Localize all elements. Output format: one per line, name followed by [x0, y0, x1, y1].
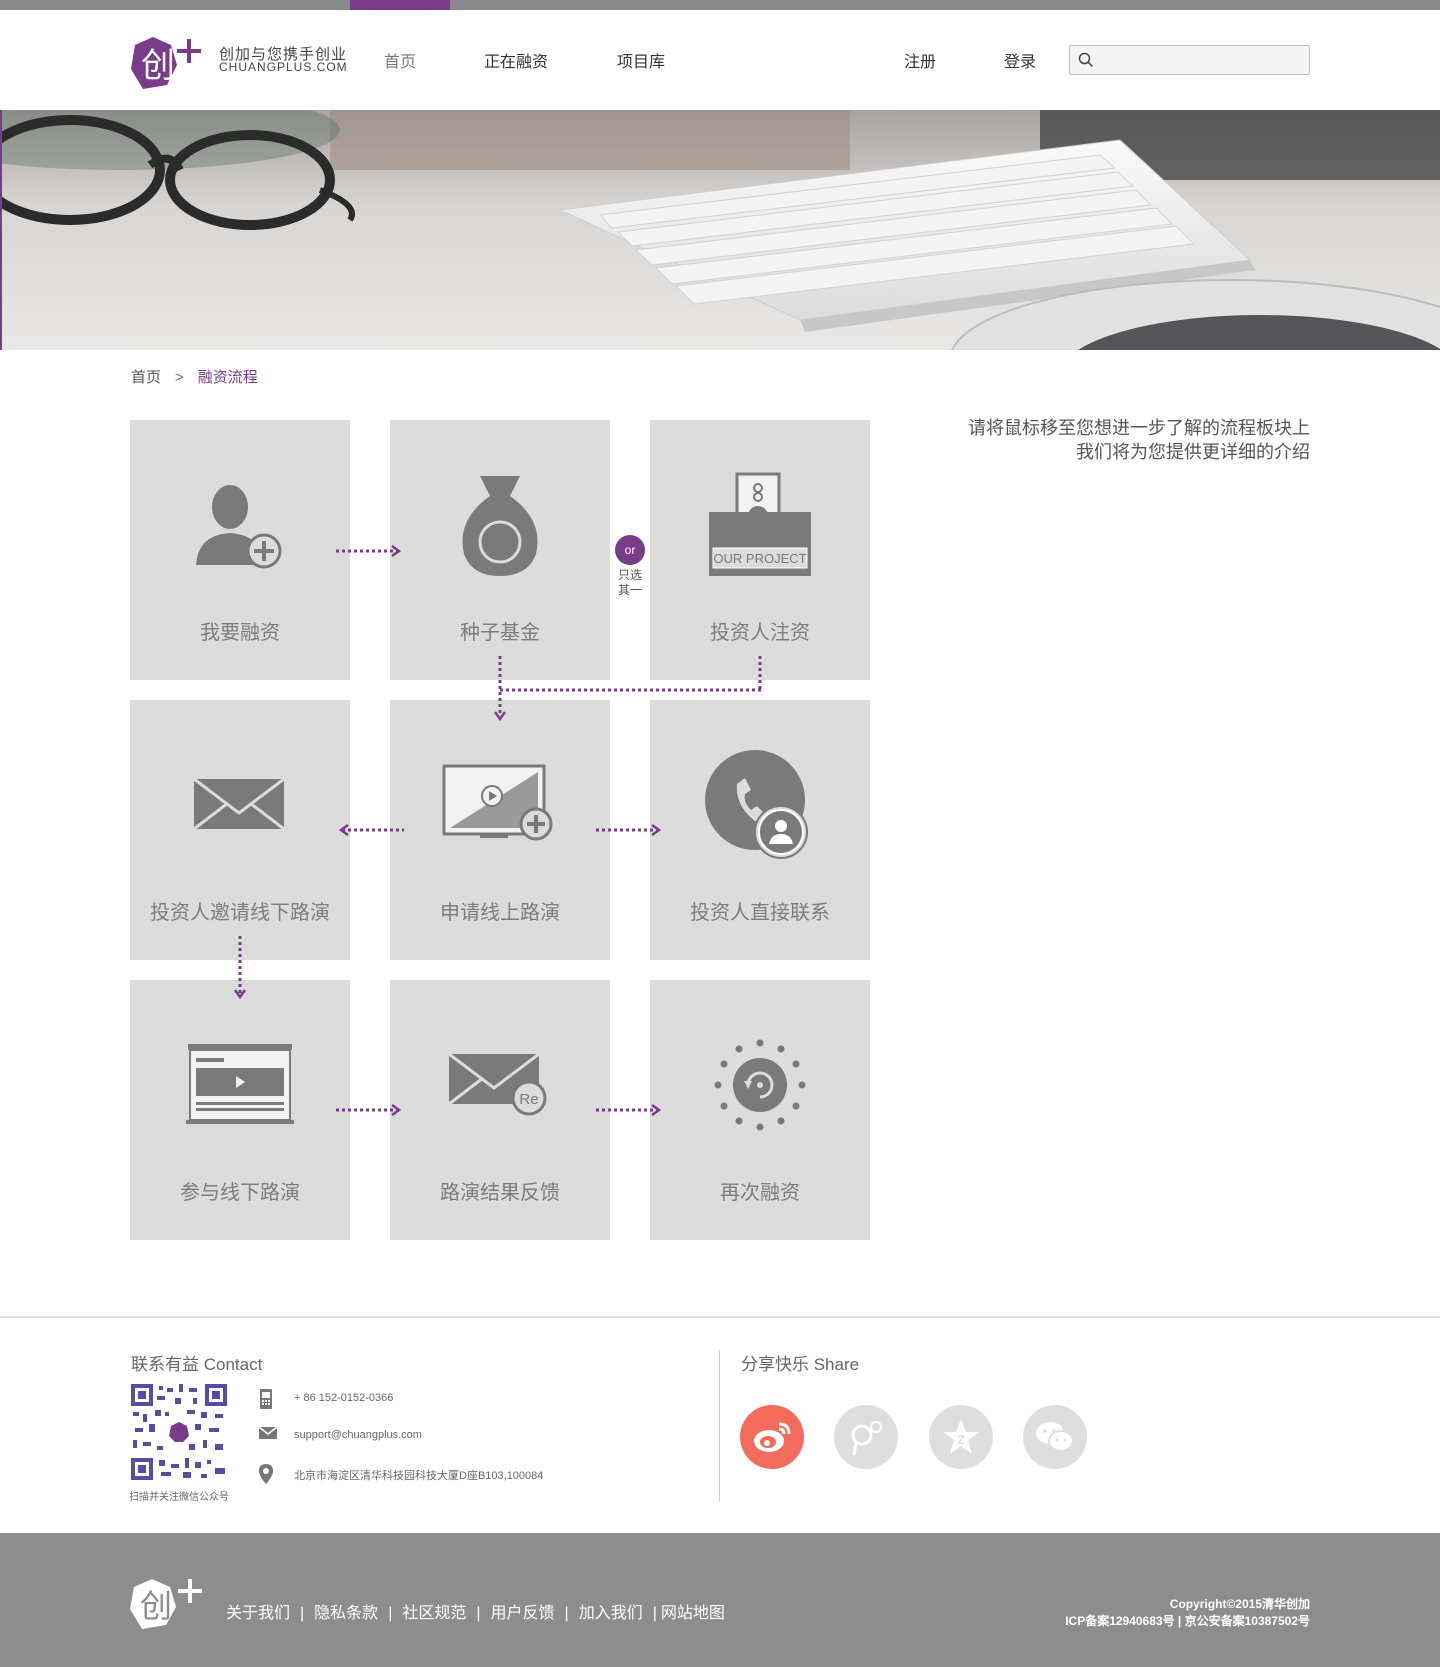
nav-projects[interactable]: 项目库 — [617, 48, 665, 72]
flow-tile-direct-contact[interactable]: 投资人直接联系 — [650, 700, 870, 960]
qzone-icon: Z — [943, 1419, 979, 1454]
breadcrumb: 首页 > 融资流程 — [131, 366, 258, 387]
site-footer: 创 关于我们 | 隐私条款 | 社区规范 | 用户反馈 | 加入我们 | 网站地图 Copyrigh… — [0, 1533, 1440, 1667]
flow-tile-online-roadshow[interactable]: 申请线上路演 — [390, 700, 610, 960]
copyright-line: Copyright©2015清华创加 — [1169, 1597, 1310, 1611]
tile-label: 投资人直接联系 — [690, 902, 830, 924]
or-note-line-1: 只选 — [617, 568, 642, 582]
flow-tile-apply-financing[interactable]: 我要融资 — [130, 420, 350, 680]
tile-label: 参与线下路演 — [180, 1182, 300, 1204]
envelope-icon — [193, 777, 285, 831]
video-window-icon — [186, 1044, 294, 1124]
tile-label: 申请线上路演 — [440, 902, 560, 924]
flow-tile-offline-invite[interactable]: 投资人邀请线下路演 — [130, 700, 350, 960]
nav-login[interactable]: 登录 — [1004, 48, 1036, 72]
logo-text-en: CHUANGPLUS.COM — [219, 60, 348, 74]
section-divider — [0, 1316, 1440, 1318]
footer-link-privacy[interactable]: 隐私条款 — [314, 1605, 378, 1622]
svg-text:Z: Z — [957, 1433, 964, 1447]
arrow-down-icon — [233, 936, 247, 1000]
flow-tile-roadshow-feedback[interactable]: Re 路演结果反馈 — [390, 980, 610, 1240]
svg-text:Re: Re — [519, 1091, 538, 1108]
contact-email-text[interactable]: support@chuangplus.com — [294, 1429, 422, 1441]
share-title: 分享快乐 Share — [741, 1355, 860, 1374]
svg-text:创: 创 — [140, 1587, 172, 1625]
tile-label: 种子基金 — [460, 622, 540, 644]
footer-link-feedback[interactable]: 用户反馈 — [491, 1605, 555, 1622]
mail-icon — [258, 1426, 278, 1439]
footer-logo-icon[interactable]: 创 — [128, 1577, 212, 1629]
weibo-icon — [754, 1422, 791, 1452]
share-tencent-weibo-button[interactable] — [834, 1405, 898, 1469]
nav-home[interactable]: 首页 — [384, 48, 416, 72]
arrow-right-icon — [596, 823, 662, 837]
footer-links: 关于我们 | 隐私条款 | 社区规范 | 用户反馈 | 加入我们 | 网站地图 — [226, 1605, 725, 1622]
nav-register[interactable]: 注册 — [904, 48, 936, 72]
refresh-cycle-icon — [714, 1039, 806, 1131]
share-wechat-button[interactable] — [1023, 1405, 1087, 1469]
arrow-left-icon — [338, 823, 404, 837]
hover-tip-line-1: 请将鼠标移至您想进一步了解的流程板块上 — [968, 418, 1310, 438]
search-icon — [1078, 52, 1094, 68]
nav-financing[interactable]: 正在融资 — [484, 48, 548, 72]
breadcrumb-home[interactable]: 首页 — [131, 369, 161, 386]
phone-contact-icon — [705, 750, 808, 859]
footer-link-about[interactable]: 关于我们 — [226, 1605, 290, 1622]
wechat-icon — [1036, 1422, 1074, 1452]
money-bag-icon — [462, 476, 538, 576]
flow-tile-attend-offline[interactable]: 参与线下路演 — [130, 980, 350, 1240]
location-pin-icon — [259, 1464, 273, 1484]
wechat-qr-code — [131, 1384, 227, 1480]
or-note: 只选 其一 — [612, 568, 648, 598]
logo-mark-icon: 创 — [131, 37, 201, 89]
tencent-weibo-icon — [851, 1421, 882, 1456]
tile-label: 再次融资 — [720, 1182, 800, 1204]
arrow-right-icon — [336, 1103, 402, 1117]
hover-tip: 请将鼠标移至您想进一步了解的流程板块上 我们将为您提供更详细的介绍 — [900, 416, 1310, 464]
top-accent-active-marker — [350, 0, 450, 10]
ballot-box-icon: OUR PROJECT — [709, 472, 811, 576]
hero-banner-image — [0, 110, 1440, 350]
desk-keyboard-illustration — [0, 110, 1440, 350]
copyright: Copyright©2015清华创加 ICP备案12940683号 | 京公安备… — [1065, 1596, 1310, 1630]
arrow-merge-down-icon — [494, 656, 762, 722]
flow-tile-investor-funding[interactable]: OUR PROJECT 投资人注资 — [650, 420, 870, 680]
banner-accent-line — [0, 110, 2, 350]
contact-address-text: 北京市海淀区清华科技园科技大厦D座B103,100084 — [294, 1470, 544, 1482]
qr-caption: 扫描并关注微信公众号 — [129, 1492, 229, 1503]
search-input[interactable] — [1098, 48, 1303, 72]
flow-tile-seed-fund[interactable]: 种子基金 — [390, 420, 610, 680]
site-header: 创 创加与您携手创业 CHUANGPLUS.COM 首页 正在融资 项目库 注册… — [0, 10, 1440, 110]
icp-line: ICP备案12940683号 | 京公安备案10387502号 — [1065, 1614, 1310, 1628]
contact-title: 联系有益 Contact — [131, 1355, 263, 1374]
arrow-right-icon — [336, 544, 402, 558]
search-box[interactable] — [1069, 45, 1310, 75]
top-accent-bar — [0, 0, 1440, 10]
vertical-divider — [719, 1350, 720, 1502]
reply-mail-icon: Re — [448, 1052, 547, 1116]
share-weibo-button[interactable] — [740, 1405, 804, 1469]
user-add-icon — [196, 485, 282, 569]
tile-label: 投资人注资 — [710, 622, 810, 644]
or-badge: or — [615, 535, 645, 565]
tile-label: 我要融资 — [200, 622, 280, 644]
or-note-line-2: 其一 — [617, 583, 642, 597]
footer-link-community[interactable]: 社区规范 — [402, 1605, 466, 1622]
hover-tip-line-2: 我们将为您提供更详细的介绍 — [1076, 442, 1310, 462]
share-qzone-button[interactable]: Z — [929, 1405, 993, 1469]
flow-tile-refinance[interactable]: 再次融资 — [650, 980, 870, 1240]
arrow-right-icon — [596, 1103, 662, 1117]
breadcrumb-separator: > — [175, 369, 184, 386]
site-logo[interactable]: 创 创加与您携手创业 CHUANGPLUS.COM — [129, 35, 349, 95]
footer-link-sitemap[interactable]: 网站地图 — [661, 1605, 725, 1622]
tile-label: 投资人邀请线下路演 — [150, 902, 330, 924]
footer-link-join[interactable]: 加入我们 — [579, 1605, 643, 1622]
phone-icon — [260, 1389, 272, 1409]
tile-label: 路演结果反馈 — [440, 1182, 560, 1204]
svg-text:创: 创 — [141, 46, 175, 86]
our-project-text: OUR PROJECT — [713, 551, 806, 566]
breadcrumb-current: 融资流程 — [197, 369, 258, 386]
contact-phone-text: + 86 152-0152-0366 — [294, 1392, 394, 1404]
monitor-play-icon — [442, 764, 553, 841]
